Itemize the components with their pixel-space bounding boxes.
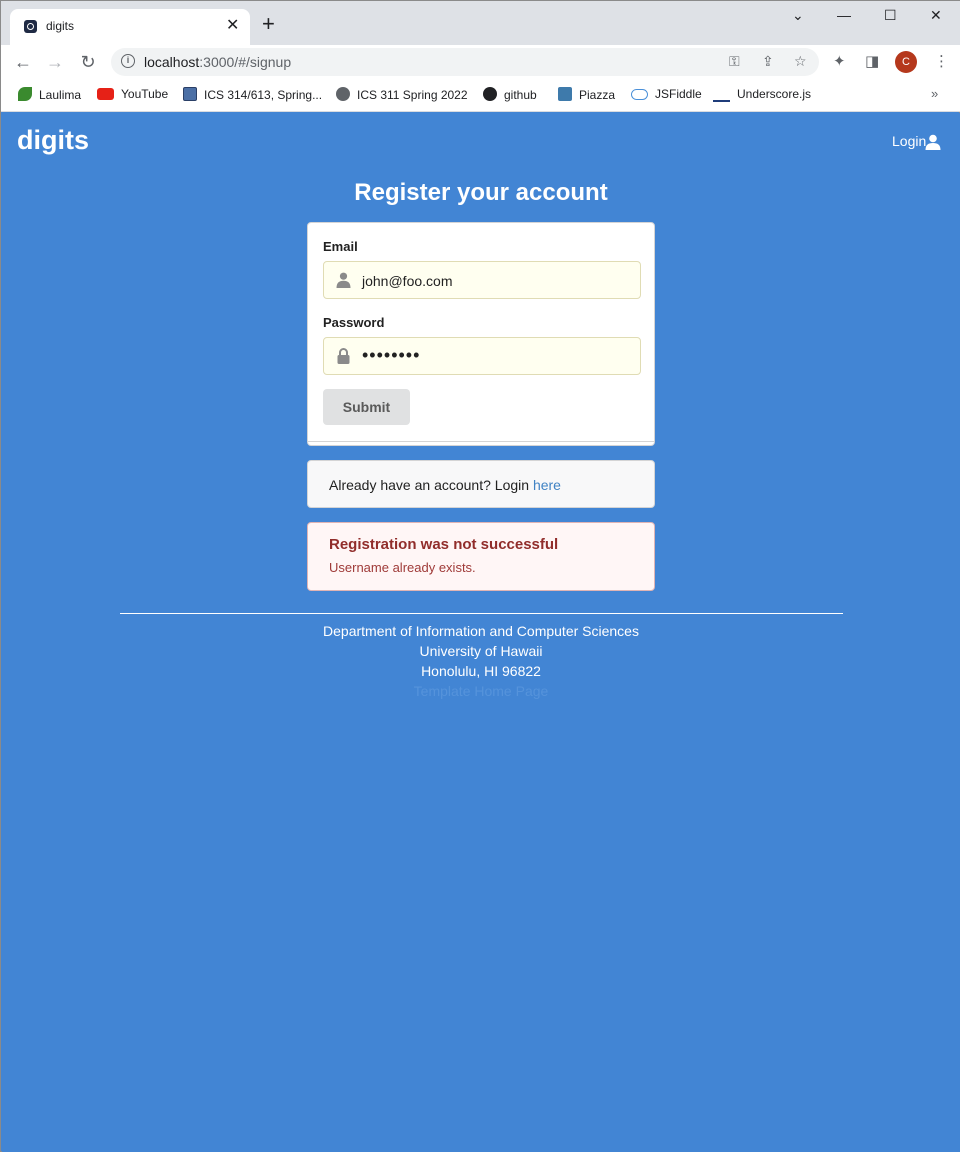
extensions-icon[interactable]: ✦ [833,52,846,70]
login-prompt-message: Already have an account? Login here [307,460,655,508]
user-icon[interactable] [925,134,941,150]
app-page: digits Login Register your account Email… [2,113,960,1152]
email-field[interactable]: john@foo.com [323,261,641,299]
tab-title: digits [46,19,75,33]
profile-avatar[interactable]: C [895,51,917,73]
tab-strip: digits ✕ + ⌄ — ☐ ✕ [1,1,960,45]
submit-button[interactable]: Submit [323,389,410,425]
bookmark-github[interactable]: github [483,87,537,102]
tab-search-icon[interactable]: ⌄ [792,7,804,24]
new-tab-button[interactable]: + [262,13,275,35]
footer-divider [120,613,843,614]
login-prompt-text: Already have an account? Login here [329,477,561,493]
bookmark-ics311[interactable]: ICS 311 Spring 2022 [336,87,468,102]
close-window-icon[interactable]: ✕ [930,7,942,24]
star-icon[interactable]: ☆ [794,53,807,70]
reload-icon[interactable]: ↻ [76,50,100,74]
url-text: localhost:3000/#/signup [144,54,292,70]
signup-form: Email john@foo.com Password •••••••• Sub… [307,222,655,446]
lock-icon [337,348,350,364]
footer-address: Honolulu, HI 96822 [421,663,541,679]
laulima-icon [18,87,32,101]
page-title: Register your account [354,179,608,206]
menu-kebab-icon[interactable]: ⋮ [934,52,949,70]
minimize-icon[interactable]: — [837,7,851,23]
browser-toolbar: ← → ↻ i localhost:3000/#/signup ⚿ ⇪ ☆ ✦ … [1,45,960,79]
page-icon [183,87,197,101]
side-panel-icon[interactable]: ◨ [865,52,879,70]
tab-digits[interactable]: digits ✕ [10,9,250,45]
globe-icon [336,87,350,101]
tab-close-icon[interactable]: ✕ [226,16,239,36]
brand-logo[interactable]: digits [17,125,89,156]
password-label: Password [323,315,385,330]
email-value: john@foo.com [362,273,453,289]
password-value: •••••••• [362,345,421,365]
bookmark-ics314[interactable]: ICS 314/613, Spring... [183,87,322,102]
site-info-icon[interactable]: i [121,54,135,68]
error-header: Registration was not successful [329,536,559,553]
bookmarks-bar: Laulima YouTube ICS 314/613, Spring... I… [1,79,960,112]
bookmark-jsfiddle[interactable]: JSFiddle [631,87,702,101]
password-field[interactable]: •••••••• [323,337,641,375]
error-message: Registration was not successful Username… [307,522,655,591]
github-icon [483,87,497,101]
bookmark-underscore[interactable]: Underscore.js [713,87,811,102]
login-here-link[interactable]: here [533,477,561,493]
favicon-icon [24,20,37,33]
piazza-icon [558,87,572,101]
jsfiddle-icon [631,89,648,100]
bookmark-piazza[interactable]: Piazza [558,87,615,102]
error-text: Username already exists. [329,560,476,575]
browser-window: digits ✕ + ⌄ — ☐ ✕ ← → ↻ i localhost:300… [0,0,960,1152]
bookmarks-more-icon[interactable]: » [931,86,938,101]
bookmark-youtube[interactable]: YouTube [97,87,168,101]
address-bar[interactable]: i localhost:3000/#/signup ⚿ ⇪ ☆ [111,48,819,76]
back-arrow-icon[interactable]: ← [11,50,35,74]
maximize-icon[interactable]: ☐ [884,7,897,24]
bookmark-laulima[interactable]: Laulima [18,87,81,102]
user-icon [336,272,351,288]
footer-template-link[interactable]: Template Home Page [2,683,960,699]
login-menu[interactable]: Login [892,133,926,149]
underscore-icon [713,100,730,102]
youtube-icon [97,88,114,100]
share-icon[interactable]: ⇪ [762,53,774,70]
footer-department: Department of Information and Computer S… [323,623,639,639]
key-icon[interactable]: ⚿ [729,53,740,70]
forward-arrow-icon[interactable]: → [43,50,67,74]
footer-university: University of Hawaii [419,643,543,659]
email-label: Email [323,239,358,254]
